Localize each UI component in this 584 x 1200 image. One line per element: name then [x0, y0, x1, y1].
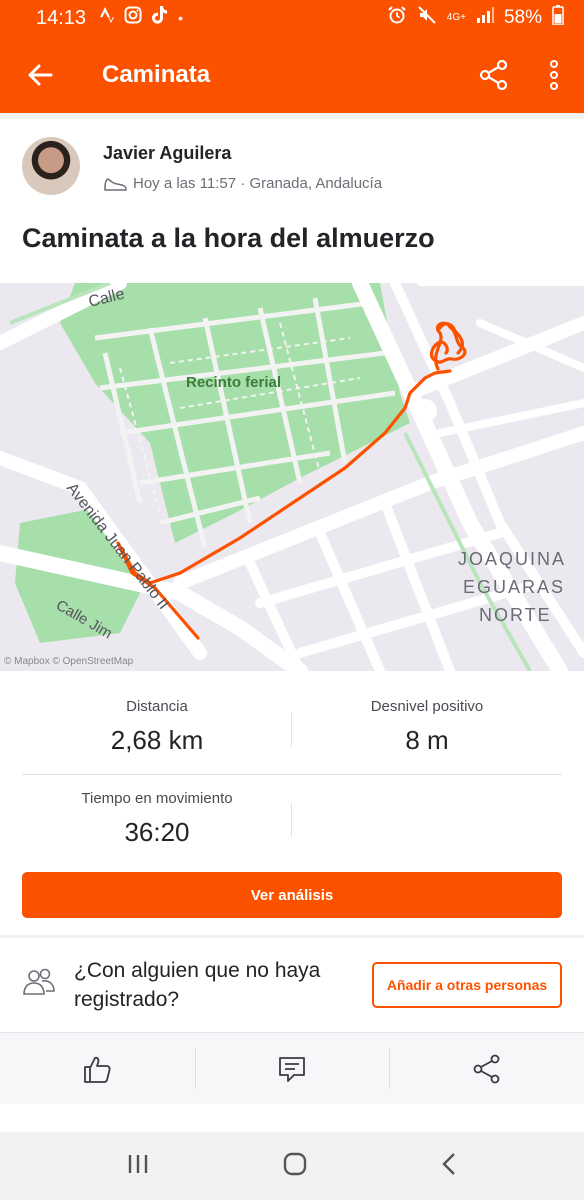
- comment-button[interactable]: [194, 1033, 390, 1104]
- mute-icon: [417, 5, 437, 31]
- more-options-button[interactable]: [524, 36, 584, 113]
- recent-apps-button[interactable]: [126, 1153, 150, 1180]
- map-attribution[interactable]: © Mapbox © OpenStreetMap: [4, 656, 133, 667]
- arrow-left-icon: [28, 64, 53, 85]
- elevation-label: Desnivel positivo: [370, 698, 484, 715]
- chevron-left-icon: [442, 1152, 455, 1175]
- share-icon: [479, 59, 508, 90]
- distance-label: Distancia: [126, 698, 188, 715]
- more-notifications-dot: •: [178, 10, 183, 26]
- status-time: 14:13: [36, 6, 87, 29]
- timestamp-location: Hoy a las 11:57 · Granada, Andalucía: [133, 175, 383, 192]
- comment-icon: [279, 1056, 305, 1082]
- content-bottom-spacer: [0, 1104, 584, 1132]
- home-button[interactable]: [282, 1151, 308, 1182]
- alarm-icon: [387, 5, 407, 31]
- map-label-district-2: EGUARAS: [463, 577, 565, 597]
- battery-icon: [552, 5, 564, 31]
- back-button[interactable]: [0, 36, 80, 113]
- add-other-people-button[interactable]: Añadir a otras personas: [372, 962, 562, 1008]
- share-activity-button[interactable]: [389, 1033, 584, 1104]
- app-bar: Caminata: [0, 36, 584, 113]
- thumbs-up-icon: [84, 1056, 111, 1083]
- view-analysis-button[interactable]: Ver análisis: [22, 872, 562, 918]
- roundabout: [413, 399, 437, 423]
- map-canvas: Recinto ferial Calle Avenida Juan Pablo …: [0, 283, 584, 671]
- moving-time-value: 36:20: [124, 817, 190, 847]
- system-back-button[interactable]: [440, 1152, 458, 1181]
- signal-icon: [476, 7, 494, 29]
- kebab-menu-icon: [550, 59, 558, 90]
- unrecorded-companions-question: ¿Con alguien que no haya registrado?: [74, 959, 321, 1011]
- add-people-section: ¿Con alguien que no haya registrado? Aña…: [0, 938, 584, 1032]
- strava-notification-icon: [100, 7, 115, 29]
- map-label-district-3: NORTE: [479, 605, 552, 625]
- stats-row-divider: [22, 774, 562, 775]
- stat-moving-time: Tiempo en movimiento 36:20: [22, 790, 292, 848]
- battery-percentage: 58%: [503, 7, 542, 28]
- map-label-district-1: JOAQUINA: [458, 549, 566, 569]
- home-icon: [283, 1152, 307, 1175]
- status-bar: 14:13 • 4G+ 58%: [0, 0, 584, 36]
- share-button[interactable]: [464, 36, 524, 113]
- elevation-value: 8 m: [405, 725, 449, 755]
- map-label-park: Recinto ferial: [186, 374, 281, 391]
- activity-header: Javier Aguilera Hoy a las 11:57 · Granad…: [0, 119, 584, 283]
- athlete-name[interactable]: Javier Aguilera: [103, 143, 231, 164]
- avatar[interactable]: [22, 137, 80, 195]
- activity-title: Caminata a la hora del almuerzo: [22, 223, 435, 253]
- stat-elevation: Desnivel positivo 8 m: [292, 698, 562, 756]
- social-actions-bar: [0, 1032, 584, 1104]
- page-title: Caminata: [102, 60, 211, 88]
- stats-divider: [291, 803, 292, 837]
- recent-apps-icon: [128, 1154, 148, 1173]
- network-type: 4G+: [446, 12, 466, 23]
- distance-value: 2,68 km: [110, 725, 204, 755]
- tiktok-icon: [152, 6, 168, 30]
- people-icon: [23, 968, 55, 995]
- kudos-button[interactable]: [0, 1033, 195, 1104]
- shoe-icon: [104, 177, 127, 191]
- stat-distance: Distancia 2,68 km: [22, 698, 292, 756]
- stats-panel: Distancia 2,68 km Desnivel positivo 8 m …: [0, 671, 584, 935]
- share-icon: [473, 1054, 500, 1083]
- activity-meta: Hoy a las 11:57 · Granada, Andalucía: [103, 175, 382, 192]
- instagram-icon: [124, 6, 142, 30]
- route-map[interactable]: Recinto ferial Calle Avenida Juan Pablo …: [0, 283, 584, 671]
- system-navigation-bar: [0, 1132, 584, 1200]
- moving-time-label: Tiempo en movimiento: [81, 790, 233, 807]
